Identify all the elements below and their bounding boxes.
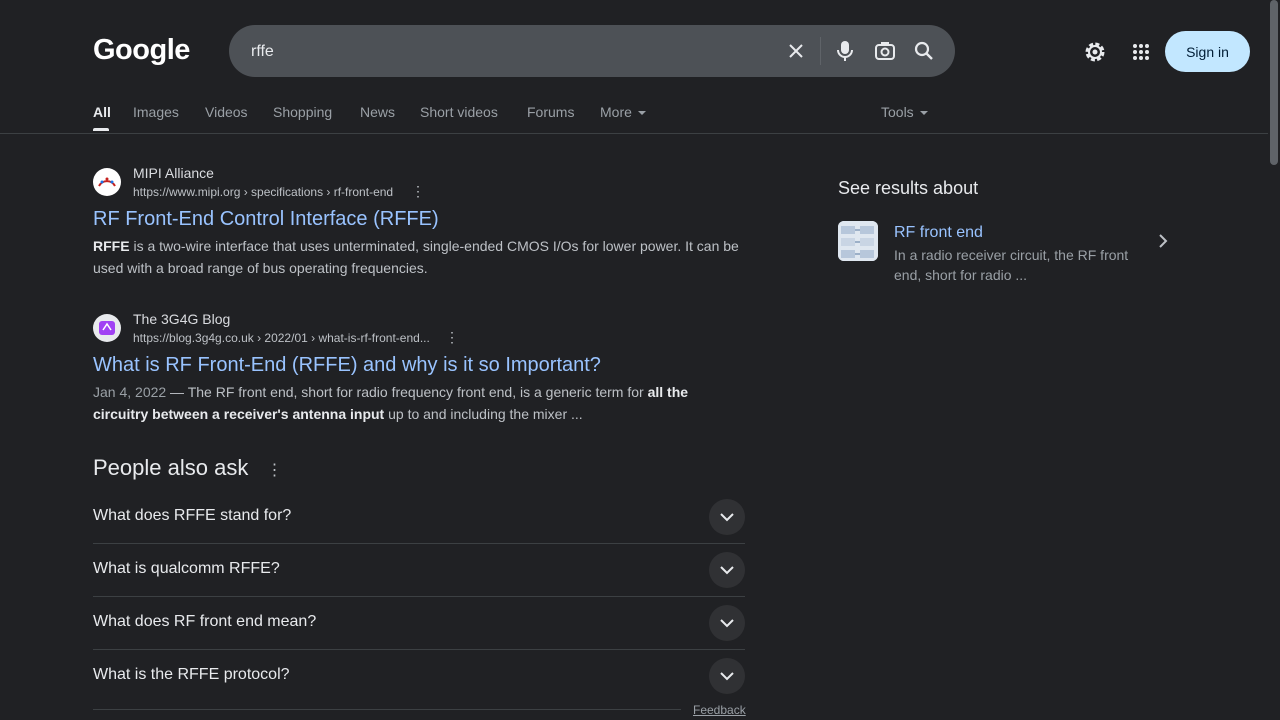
header-divider (0, 133, 1280, 134)
result-url: https://www.mipi.org › specifications › … (133, 185, 394, 199)
snippet-text: up to and including the mixer ... (384, 406, 583, 422)
snippet-text: is a two-wire interface that uses unterm… (93, 238, 739, 276)
tab-videos[interactable]: Videos (205, 103, 248, 121)
more-options-icon[interactable]: ⋮ (445, 329, 459, 346)
tools-button[interactable]: Tools (881, 103, 928, 121)
result-date: Jan 4, 2022 (93, 384, 167, 400)
active-tab-indicator (93, 128, 109, 131)
lens-icon[interactable] (873, 39, 897, 63)
search-box[interactable] (229, 25, 955, 77)
sign-in-button[interactable]: Sign in (1165, 31, 1250, 72)
result-title-link[interactable]: What is RF Front-End (RFFE) and why is i… (93, 354, 601, 377)
result-title-link[interactable]: RF Front-End Control Interface (RFFE) (93, 208, 439, 231)
tab-forums[interactable]: Forums (527, 103, 574, 121)
entity-thumbnail (838, 221, 878, 261)
paa-question[interactable]: What is the RFFE protocol? (93, 650, 745, 703)
chevron-down-icon[interactable] (709, 658, 745, 694)
see-results-about-heading: See results about (838, 178, 979, 198)
tab-more[interactable]: More (600, 103, 646, 121)
entity-description: In a radio receiver circuit, the RF fron… (894, 247, 1129, 283)
caret-down-icon (919, 111, 928, 116)
paa-question-text: What is the RFFE protocol? (93, 666, 290, 683)
feedback-divider (93, 709, 681, 710)
tab-shopping[interactable]: Shopping (273, 103, 332, 121)
chevron-right-icon (1157, 233, 1169, 254)
paa-question[interactable]: What does RFFE stand for? (93, 491, 745, 544)
result-site-name: MIPI Alliance (133, 165, 214, 181)
paa-question-text: What does RF front end mean? (93, 613, 317, 630)
result-site-name: The 3G4G Blog (133, 311, 231, 327)
tab-all[interactable]: All (93, 103, 111, 121)
people-also-ask-heading: People also ask ⋮ (93, 455, 282, 481)
snippet-text: — The RF front end, short for radio freq… (166, 384, 648, 400)
result-snippet: RFFE is a two-wire interface that uses u… (93, 235, 745, 279)
mipi-favicon-icon (93, 168, 121, 196)
tab-short-videos[interactable]: Short videos (420, 103, 498, 121)
chevron-down-icon[interactable] (709, 499, 745, 535)
snippet-bold: RFFE (93, 238, 130, 254)
tab-more-label: More (600, 104, 632, 120)
paa-question-text: What does RFFE stand for? (93, 507, 292, 524)
entity-link[interactable]: RF front end (894, 224, 983, 242)
more-options-icon[interactable]: ⋮ (266, 462, 282, 479)
result-url: https://blog.3g4g.co.uk › 2022/01 › what… (133, 331, 430, 345)
paa-question[interactable]: What does RF front end mean? (93, 597, 745, 650)
apps-grid-icon[interactable] (1127, 38, 1155, 66)
microphone-icon[interactable] (833, 39, 857, 63)
search-input[interactable] (249, 38, 773, 66)
tab-news[interactable]: News (360, 103, 395, 121)
tools-label: Tools (881, 104, 914, 120)
3g4g-favicon-icon (93, 314, 121, 342)
chevron-down-icon[interactable] (709, 605, 745, 641)
paa-question-text: What is qualcomm RFFE? (93, 560, 280, 577)
search-divider (820, 37, 821, 65)
paa-heading-text: People also ask (93, 455, 249, 480)
scrollbar-thumb[interactable] (1270, 0, 1278, 165)
caret-down-icon (637, 111, 646, 116)
clear-icon[interactable] (784, 39, 808, 63)
result-snippet: Jan 4, 2022 — The RF front end, short fo… (93, 381, 745, 425)
google-logo[interactable]: Google (93, 32, 190, 68)
search-icon[interactable] (912, 39, 936, 63)
tab-images[interactable]: Images (133, 103, 179, 121)
chevron-down-icon[interactable] (709, 552, 745, 588)
more-options-icon[interactable]: ⋮ (411, 183, 425, 200)
paa-question[interactable]: What is qualcomm RFFE? (93, 544, 745, 597)
settings-gear-icon[interactable] (1081, 38, 1109, 66)
feedback-link[interactable]: Feedback (693, 703, 746, 717)
